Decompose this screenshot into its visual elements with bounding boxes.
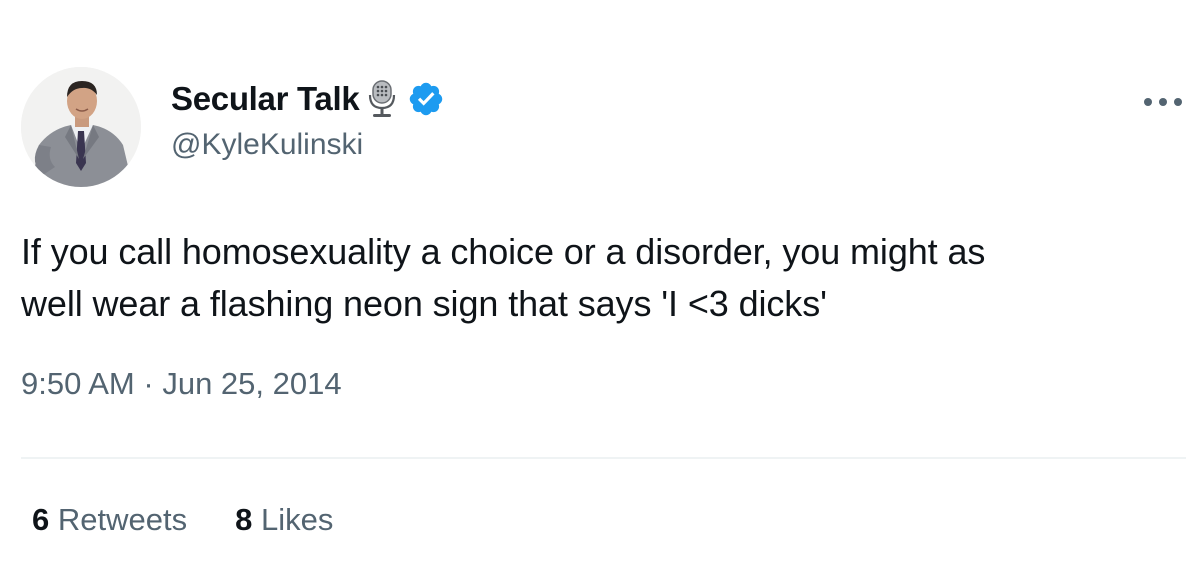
tweet-card: Secular Talk @KyleKulinski If you call h…	[0, 0, 1200, 584]
verified-badge-icon[interactable]	[407, 80, 445, 118]
more-dots-icon	[1144, 98, 1182, 106]
retweets-label: Retweets	[57, 502, 188, 537]
more-options-button[interactable]	[1140, 86, 1186, 118]
tweet-text: If you call homosexuality a choice or a …	[21, 226, 1186, 330]
author-name-row: Secular Talk	[171, 76, 445, 122]
tweet-time[interactable]: 9:50 AM	[21, 366, 135, 401]
avatar[interactable]	[21, 67, 141, 187]
author-display-name[interactable]: Secular Talk	[171, 80, 360, 118]
likes-count: 8	[235, 502, 253, 537]
divider	[21, 457, 1186, 459]
studio-microphone-icon	[365, 79, 399, 119]
tweet-date[interactable]: Jun 25, 2014	[162, 366, 341, 401]
avatar-image	[21, 67, 141, 187]
likes-stat[interactable]: 8 Likes	[235, 502, 333, 538]
likes-label: Likes	[260, 502, 334, 537]
author-handle[interactable]: @KyleKulinski	[171, 128, 363, 162]
retweets-count: 6	[32, 502, 50, 537]
timestamp-separator: ·	[143, 366, 154, 401]
tweet-stats: 6 Retweets 8 Likes	[32, 502, 333, 538]
tweet-text-line: well wear a flashing neon sign that says…	[21, 283, 827, 324]
tweet-text-line: If you call homosexuality a choice or a …	[21, 231, 986, 272]
tweet-timestamp: 9:50 AM · Jun 25, 2014	[21, 366, 342, 402]
retweets-stat[interactable]: 6 Retweets	[32, 502, 187, 538]
